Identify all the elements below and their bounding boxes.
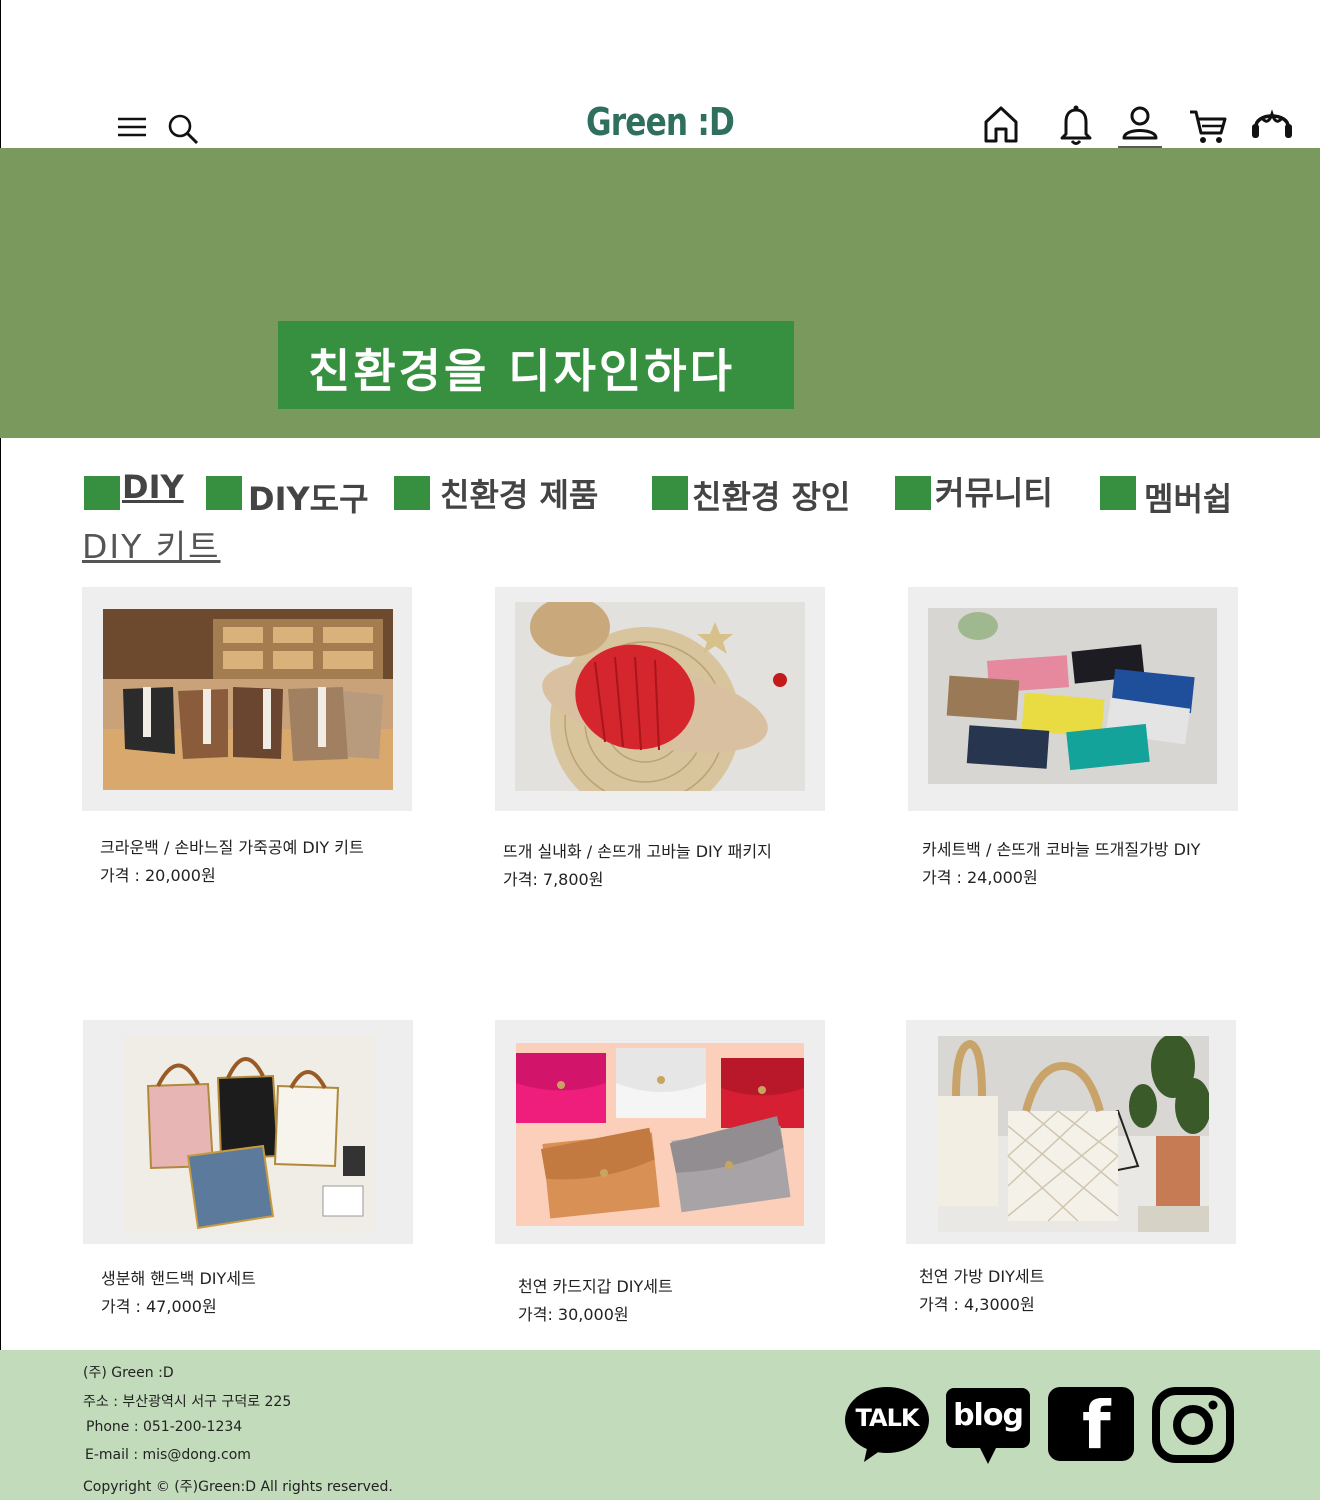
nav-bullet bbox=[84, 476, 120, 510]
nav-label: 친환경 장인 bbox=[692, 478, 851, 516]
cassette-bags-photo bbox=[928, 608, 1217, 784]
product-name[interactable]: 카세트백 / 손뜨개 코바늘 뜨개질가방 DIY bbox=[922, 836, 1200, 860]
nav-label: 커뮤니티 bbox=[935, 474, 1053, 512]
product-card-4[interactable] bbox=[83, 1020, 413, 1244]
nav-label: 멤버쉽 bbox=[1144, 480, 1233, 518]
facebook-icon[interactable]: f bbox=[1048, 1387, 1134, 1464]
product-card-3[interactable] bbox=[908, 587, 1238, 811]
product-name[interactable]: 천연 카드지갑 DIY세트 bbox=[518, 1273, 673, 1297]
blog-icon[interactable]: blog bbox=[946, 1388, 1030, 1464]
macrame-bag-photo bbox=[938, 1036, 1209, 1232]
product-price: 가격 : 24,000원 bbox=[922, 868, 1038, 887]
product-name[interactable]: 생분해 핸드백 DIY세트 bbox=[101, 1265, 256, 1289]
product-price: 가격 : 4,3000원 bbox=[919, 1295, 1035, 1314]
bell-icon[interactable] bbox=[1058, 104, 1094, 146]
product-name[interactable]: 뜨개 실내화 / 손뜨개 고바늘 DIY 패키지 bbox=[503, 838, 772, 862]
slogan-box: 친환경을 디자인하다 bbox=[278, 321, 794, 409]
user-icon[interactable] bbox=[1118, 104, 1162, 148]
product-price: 가격: 30,000원 bbox=[518, 1305, 629, 1324]
instagram-icon[interactable] bbox=[1152, 1387, 1234, 1463]
product-price: 가격 : 20,000원 bbox=[100, 866, 216, 885]
talk-label: TALK bbox=[855, 1404, 920, 1432]
product-name[interactable]: 크라운백 / 손바느질 가죽공예 DIY 키트 bbox=[100, 834, 364, 858]
nav-label: DIY도구 bbox=[248, 480, 369, 518]
footer-address: 주소 : 부산광역시 서구 구덕로 225 bbox=[83, 1394, 292, 1410]
footer-email: E-mail : mis@dong.com bbox=[85, 1447, 251, 1463]
customer-service-icon[interactable] bbox=[1250, 104, 1294, 144]
nav-bullet bbox=[652, 476, 688, 510]
product-name[interactable]: 천연 가방 DIY세트 bbox=[919, 1263, 1044, 1287]
nav-label: DIY bbox=[122, 468, 184, 506]
nav-bullet bbox=[206, 476, 242, 510]
hero-slogan: 친환경을 디자인하다 bbox=[308, 344, 735, 398]
handbags-photo bbox=[123, 1036, 375, 1233]
nav-bullet bbox=[1100, 476, 1136, 510]
top-bar: Green :D bbox=[0, 0, 1320, 148]
nav-label: 친환경 제품 bbox=[440, 476, 599, 514]
nav-bullet bbox=[394, 476, 430, 510]
product-card-2[interactable] bbox=[495, 587, 825, 811]
footer-company: (주) Green :D bbox=[83, 1365, 174, 1381]
menu-icon[interactable] bbox=[116, 114, 148, 140]
product-price: 가격 : 47,000원 bbox=[101, 1297, 217, 1316]
kakao-talk-icon[interactable]: TALK bbox=[844, 1386, 930, 1464]
hero-banner: 친환경을 디자인하다 bbox=[0, 148, 1320, 438]
knit-slipper-photo bbox=[515, 602, 805, 791]
blog-label: blog bbox=[953, 1398, 1024, 1433]
cart-icon[interactable] bbox=[1188, 108, 1228, 146]
home-icon[interactable] bbox=[982, 104, 1020, 144]
card-wallets-photo bbox=[516, 1043, 804, 1226]
leather-bags-photo bbox=[103, 609, 393, 790]
nav-bullet bbox=[895, 476, 931, 510]
sub-category-heading[interactable]: DIY 키트 bbox=[82, 520, 221, 568]
facebook-label: f bbox=[1082, 1387, 1111, 1464]
product-card-6[interactable] bbox=[906, 1020, 1236, 1244]
footer-phone: Phone : 051-200-1234 bbox=[86, 1419, 243, 1435]
product-card-5[interactable] bbox=[495, 1020, 825, 1244]
site-logo[interactable]: Green :D bbox=[578, 100, 742, 144]
search-icon[interactable] bbox=[166, 112, 200, 146]
product-price: 가격: 7,800원 bbox=[503, 870, 604, 889]
footer: (주) Green :D 주소 : 부산광역시 서구 구덕로 225 Phone… bbox=[0, 1350, 1320, 1500]
footer-copyright: Copyright © (주)Green:D All rights reserv… bbox=[83, 1479, 393, 1495]
product-card-1[interactable] bbox=[82, 587, 412, 811]
